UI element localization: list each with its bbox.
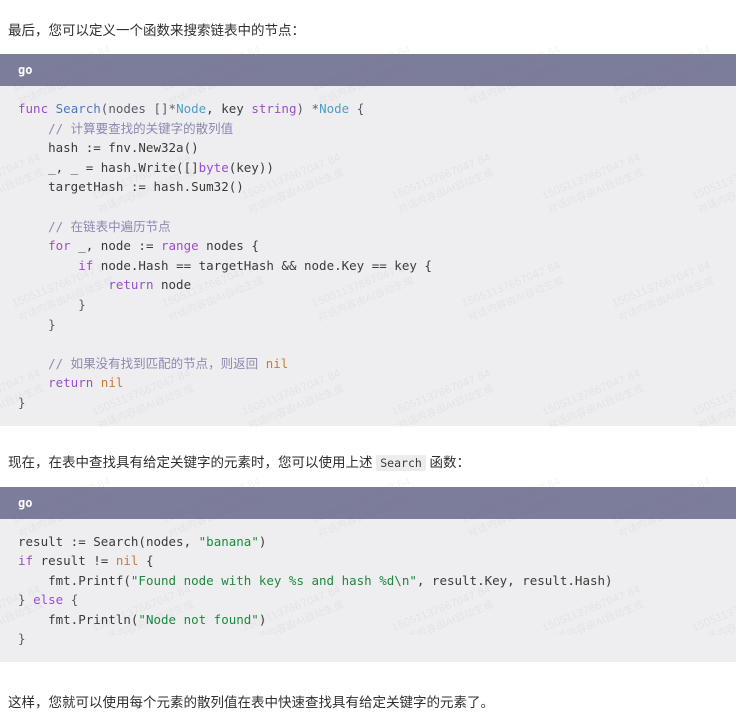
code-token: if [18, 553, 34, 569]
code-token: (key)) [228, 159, 274, 175]
code-line: return node [18, 275, 736, 295]
code-language-label-go-2: go [0, 486, 736, 519]
code-token: return [48, 375, 94, 391]
code-token: { [63, 592, 79, 608]
code-token: ) [258, 533, 267, 549]
code-token: , key [206, 101, 252, 116]
code-token: string [251, 101, 297, 116]
code-line: if node.Hash == targetHash && node.Key =… [18, 256, 736, 276]
code-token: Search [55, 101, 101, 116]
code-line: // 计算要查找的关键字的散列值 [18, 119, 736, 139]
code-token: nil [265, 355, 289, 371]
code-token: (nodes []* [100, 101, 177, 116]
code-token: { [138, 553, 154, 569]
code-token: _, _ = hash.Write([] [18, 159, 199, 175]
code-line: } [18, 315, 736, 335]
code-token: byte [198, 159, 229, 175]
code-language-label-go-1: go [0, 54, 736, 86]
code-token: } [18, 316, 56, 332]
code-line: } else { [18, 590, 736, 610]
code-line: } [18, 295, 736, 315]
code-line: hash := fnv.New32a() [18, 138, 736, 158]
code-line: // 如果没有找到匹配的节点，则返回 nil [18, 354, 736, 374]
code-token: } [18, 394, 26, 410]
code-content-search-usage[interactable]: result := Search(nodes, "banana") if resu… [0, 518, 736, 663]
code-token: return [108, 277, 154, 293]
code-token: func [18, 101, 56, 116]
code-token: node [153, 277, 192, 293]
code-token: "banana" [198, 533, 259, 549]
code-token: if [78, 257, 94, 273]
code-token: "Node not found" [138, 611, 259, 627]
code-token: for [48, 238, 71, 254]
code-token: // 计算要查找的关键字的散列值 [18, 120, 234, 136]
code-token: { [349, 101, 365, 116]
code-token: nil [100, 375, 124, 391]
code-token: fmt.Printf( [18, 572, 131, 588]
code-line: result := Search(nodes, "banana") [18, 532, 736, 552]
code-block-search-function: go func Search(nodes []*Node, key string… [0, 54, 736, 426]
code-line: } [18, 629, 736, 649]
intro-paragraph: 最后，您可以定义一个函数来搜索链表中的节点： [8, 22, 305, 38]
code-token: // 如果没有找到匹配的节点，则返回 [18, 355, 266, 371]
code-line: fmt.Printf("Found node with key %s and h… [18, 571, 736, 591]
code-line: for _, node := range nodes { [18, 236, 736, 256]
code-token: ) [258, 611, 267, 627]
code-content-search-function[interactable]: func Search(nodes []*Node, key string) *… [0, 86, 736, 426]
code-line: } [18, 393, 736, 413]
code-block-search-usage: go result := Search(nodes, "banana") if r… [0, 486, 736, 663]
code-token: } [18, 631, 26, 647]
code-token: targetHash := hash.Sum32() [18, 179, 244, 195]
code-token: ) * [296, 101, 320, 116]
code-line: func Search(nodes []*Node, key string) *… [18, 99, 736, 119]
code-token: nil [115, 553, 139, 569]
code-token: Search [93, 533, 139, 549]
code-token: hash := fnv.New32a() [18, 140, 199, 156]
usage-paragraph: 现在，在表中查找具有给定关键字的元素时，您可以使用上述 Search 函数： [0, 439, 736, 473]
code-token: } [18, 296, 86, 312]
code-token: range [161, 238, 199, 254]
code-token: fmt.Println( [18, 611, 139, 627]
code-token: , result.Key, result.Hash) [416, 572, 613, 588]
code-line: targetHash := hash.Sum32() [18, 177, 736, 197]
usage-paragraph-text-after: 函数： [425, 455, 471, 470]
code-token: else [33, 592, 64, 608]
code-token: _, node := [70, 238, 161, 254]
code-line: if result != nil { [18, 551, 736, 571]
code-token: "Found node with key %s and hash %d\n" [130, 572, 417, 588]
code-token: result := [18, 533, 94, 549]
code-line: return nil [18, 373, 736, 393]
code-token: Node [176, 101, 207, 116]
closing-paragraph: 这样，您就可以使用每个元素的散列值在表中快速查找具有给定关键字的元素了。 [8, 694, 494, 710]
code-token: Node [319, 101, 350, 116]
code-line: _, _ = hash.Write([]byte(key)) [18, 158, 736, 178]
code-token: node.Hash == targetHash && node.Key == k… [93, 257, 432, 273]
code-line: // 在链表中遍历节点 [18, 217, 736, 237]
code-line: fmt.Println("Node not found") [18, 610, 736, 630]
code-token: } [18, 592, 34, 608]
code-token: result != [33, 553, 116, 569]
code-token: // 在链表中遍历节点 [18, 218, 171, 234]
inline-code-search: Search [376, 455, 426, 471]
code-token: nodes { [198, 238, 259, 254]
usage-paragraph-text-before: 现在，在表中查找具有给定关键字的元素时，您可以使用上述 [8, 455, 377, 470]
code-token: (nodes, [138, 533, 199, 549]
